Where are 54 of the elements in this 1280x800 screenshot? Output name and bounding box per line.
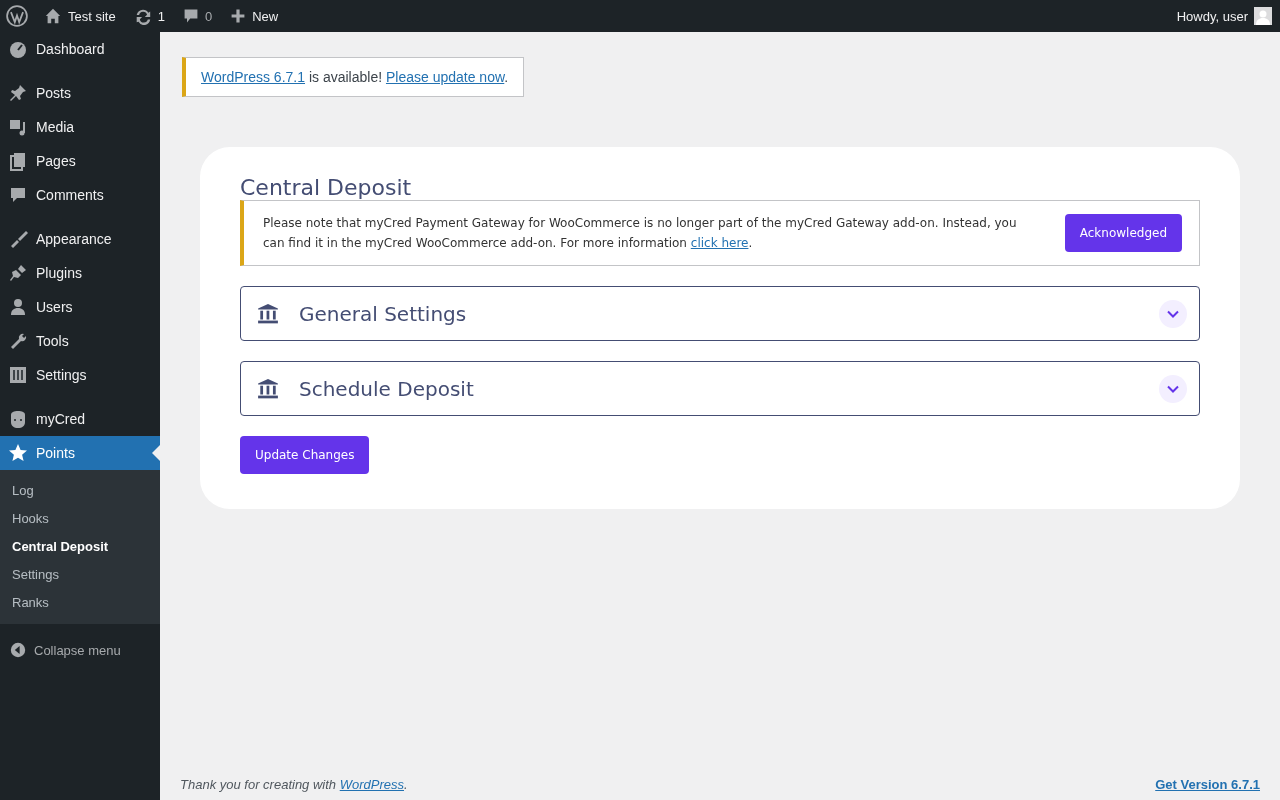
menu-item[interactable]: Plugins [0,256,160,290]
menu-item[interactable]: Users [0,290,160,324]
sliders-icon [8,365,28,385]
footer-text: Thank you for creating with WordPress. [180,777,408,792]
update-message: WordPress 6.7.1 is available! Please update now. [201,69,509,85]
submenu-item[interactable]: Settings [0,561,160,589]
menu-item[interactable]: Appearance [0,222,160,256]
face-icon [8,409,28,429]
pin-icon [8,83,28,103]
plus-icon[interactable] [230,8,247,24]
menu-item[interactable]: Dashboard [0,32,160,66]
speech-bubble-icon[interactable] [182,8,199,24]
person-icon [8,297,28,317]
submenu-item[interactable]: Central Deposit [0,533,160,561]
speech-bubble-icon [8,185,28,205]
menu-item[interactable]: Comments [0,178,160,212]
menu-item[interactable]: Points [0,436,160,470]
home-icon[interactable] [44,7,62,25]
get-version-link[interactable]: Get Version 6.7.1 [1155,777,1260,792]
greeting-text[interactable]: Howdy, user [1176,8,1248,24]
wordpress-logo-icon[interactable] [6,5,28,27]
bank-icon [257,377,279,400]
page-title: Central Deposit [240,175,413,200]
chevron-icon[interactable] [1159,299,1187,328]
menu-item[interactable]: Tools [0,324,160,358]
dashboard-icon [8,39,28,59]
comments-count[interactable]: 0 [204,8,213,24]
updates-count[interactable]: 1 [157,8,165,24]
submenu-item[interactable]: Log [0,477,160,505]
site-name-link[interactable]: Test site [68,8,116,24]
section-title: Schedule Deposit [299,376,475,401]
menu-item[interactable]: myCred [0,402,160,436]
media-icon [8,117,28,137]
menu-item[interactable]: Posts [0,76,160,110]
settings-section-header[interactable]: General Settings [240,286,1200,341]
plug-icon [8,263,28,283]
star-icon [8,443,28,463]
chevron-icon[interactable] [1159,374,1187,403]
notice-message: Please note that myCred Payment Gateway for WooCommerce is no longer part of the myCred Gateway add-on. Instead, you can find it in the myCred WooCommerce add-on. For more information click here. [263,215,1018,252]
section-title: General Settings [299,301,468,326]
update-changes-button[interactable]: Update Changes [240,436,370,474]
pages-icon [8,151,28,171]
submenu-item[interactable]: Hooks [0,505,160,533]
acknowledged-button[interactable]: Acknowledged [1064,214,1182,252]
new-link[interactable]: New [252,8,279,24]
collapse-menu-button[interactable]: Collapse menu [0,634,160,666]
submenu-item[interactable]: Ranks [0,589,160,617]
wordpress-version-link[interactable]: WordPress 6.7.1 [201,69,305,85]
bank-icon [257,302,279,325]
menu-item[interactable]: Media [0,110,160,144]
menu-item[interactable]: Pages [0,144,160,178]
wordpress-link[interactable]: WordPress [339,777,404,792]
settings-section-header[interactable]: Schedule Deposit [240,361,1200,416]
menu-item[interactable]: Settings [0,358,160,392]
